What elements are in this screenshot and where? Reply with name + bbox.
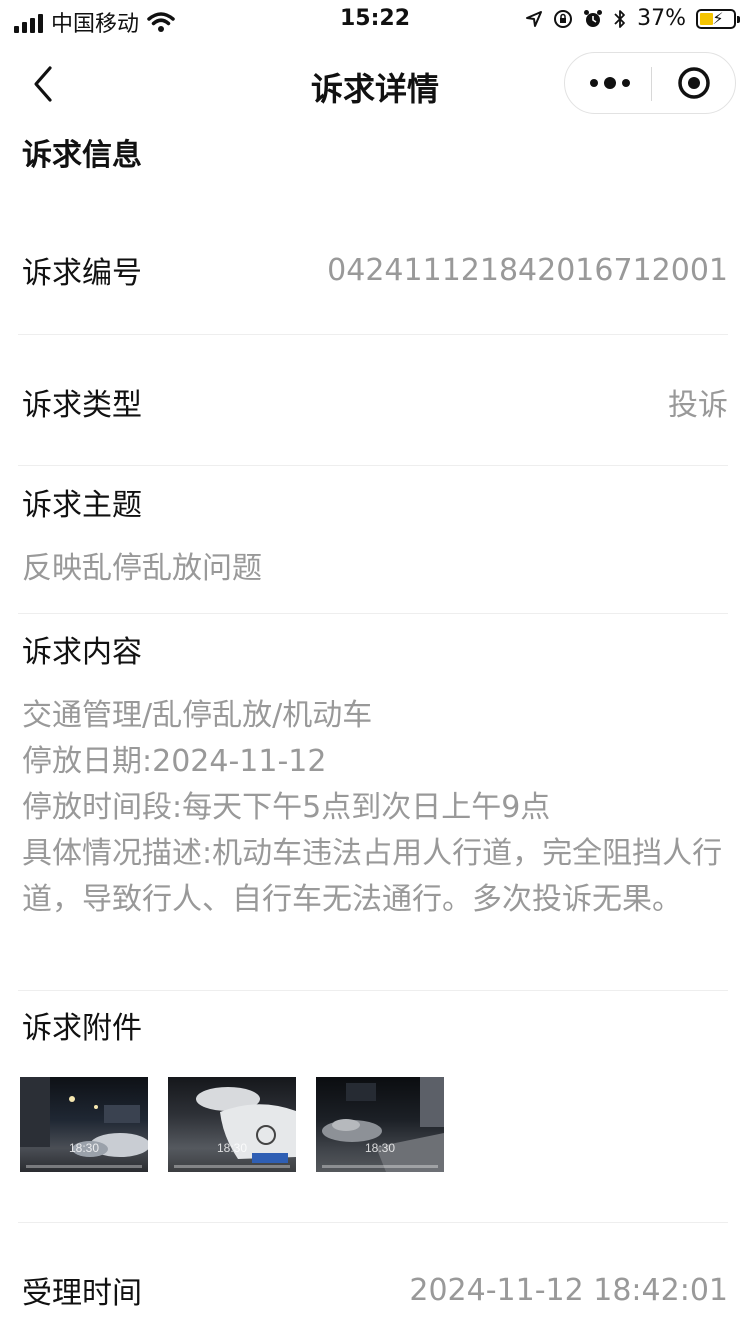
capsule-divider (651, 67, 652, 101)
status-bar: 中国移动 15:22 37% ⚡ (0, 0, 750, 42)
row-number: 诉求编号 042411121842016712001 (22, 248, 728, 292)
content-line: 停放时间段:每天下午5点到次日上午9点 (22, 790, 551, 825)
number-label: 诉求编号 (22, 256, 142, 291)
content-line: 交通管理/乱停乱放/机动车 (22, 698, 373, 733)
content-text: 交通管理/乱停乱放/机动车 停放日期:2024-11-12 停放时间段:每天下午… (22, 693, 728, 923)
attachment-caption (322, 1165, 438, 1168)
bluetooth-icon (614, 9, 625, 28)
attachment-time: 18:30 (68, 1141, 100, 1155)
nav-bar: 诉求详情 (0, 42, 750, 130)
number-value: 042411121842016712001 (327, 252, 728, 288)
status-bar-right: 37% ⚡ (525, 6, 740, 31)
battery-percent: 37% (637, 6, 686, 31)
attachment-list: 18:30 18:30 18:30 (20, 1077, 444, 1172)
attachment-caption (26, 1165, 142, 1168)
car-closeup-photo (196, 1087, 296, 1163)
divider (18, 990, 728, 991)
row-accept-time: 受理时间 2024-11-12 18:42:01 (22, 1268, 728, 1312)
theme-label: 诉求主题 (22, 488, 142, 523)
divider (18, 465, 728, 466)
content-line: 具体情况描述:机动车违法占用人行道，完全阻挡人行道，导致行人、自行车无法通行。多… (22, 836, 723, 917)
attachment-thumbnail[interactable]: 18:30 (20, 1077, 148, 1172)
miniprogram-capsule (564, 52, 736, 114)
battery-icon: ⚡ (696, 8, 740, 29)
attachment-thumbnail[interactable]: 18:30 (168, 1077, 296, 1172)
attachment-time: 18:30 (364, 1141, 396, 1155)
type-label: 诉求类型 (22, 388, 142, 423)
alarm-icon (584, 9, 603, 27)
divider (18, 334, 728, 335)
night-street-photo (20, 1077, 148, 1157)
rotation-lock-icon (554, 9, 573, 28)
attachments-label: 诉求附件 (22, 1011, 142, 1046)
theme-value: 反映乱停乱放问题 (22, 551, 262, 586)
row-type: 诉求类型 投诉 (22, 380, 728, 424)
content-line: 停放日期:2024-11-12 (22, 744, 327, 779)
attachment-caption (174, 1165, 290, 1168)
section-title: 诉求信息 (22, 138, 142, 173)
type-value: 投诉 (668, 388, 728, 423)
accept-time-label: 受理时间 (22, 1276, 142, 1311)
attachment-thumbnail[interactable]: 18:30 (316, 1077, 444, 1172)
divider (18, 613, 728, 614)
parked-cars-photo (322, 1077, 444, 1172)
location-icon (526, 10, 543, 27)
accept-time-value: 2024-11-12 18:42:01 (409, 1272, 728, 1308)
divider (18, 1222, 728, 1223)
close-miniprogram-icon[interactable] (677, 66, 711, 100)
content-label: 诉求内容 (22, 635, 142, 670)
more-options-icon[interactable] (587, 53, 633, 113)
attachment-time: 18:30 (216, 1141, 248, 1155)
